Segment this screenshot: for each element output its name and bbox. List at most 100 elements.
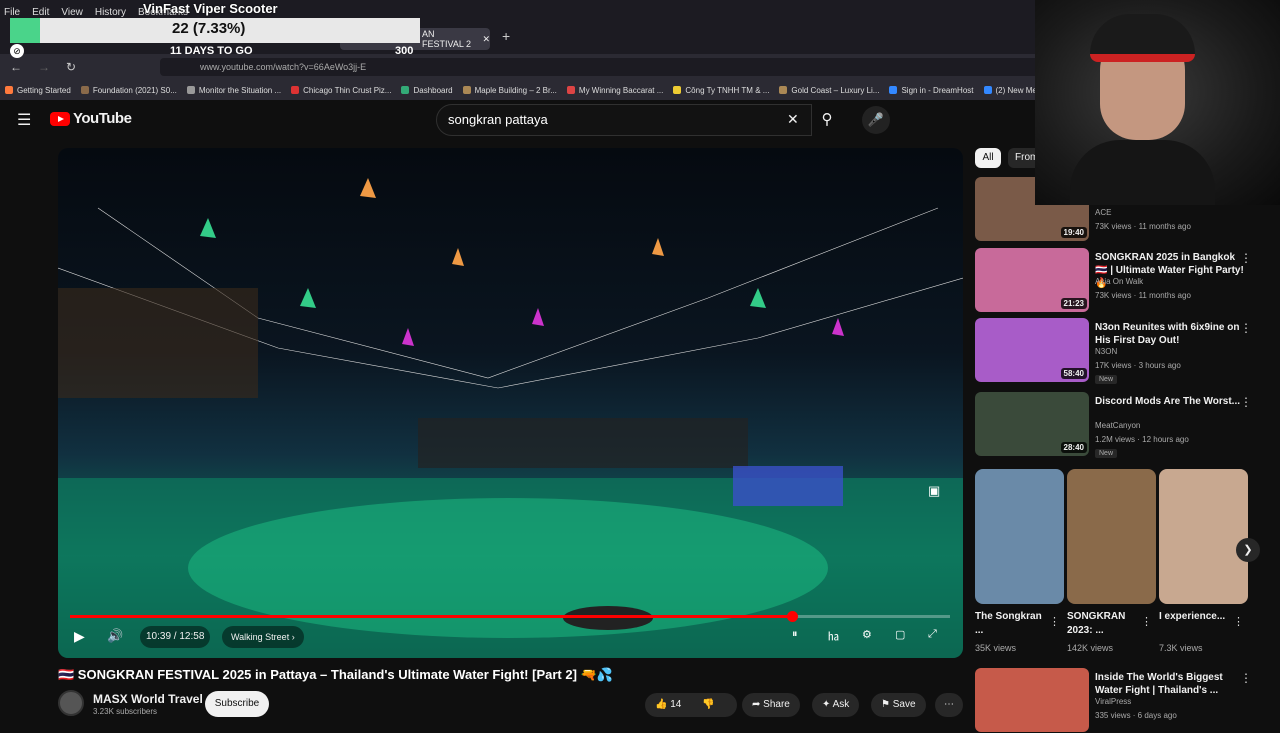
search-icon[interactable]: ⚲ — [812, 104, 842, 136]
bookmark-item[interactable]: Công Ty TNHH TM & ... — [668, 86, 774, 95]
short-more-icon[interactable]: ⋮ — [1049, 615, 1060, 628]
progress-scrubber[interactable] — [787, 611, 798, 622]
more-actions-icon[interactable]: ⋯ — [935, 693, 963, 717]
goal-days: 11 DAYS TO GO — [170, 45, 253, 57]
short-views: 142K views — [1067, 643, 1114, 653]
ask-button[interactable]: ✦ Ask — [812, 693, 860, 717]
settings-gear-icon[interactable]: ⚙ — [862, 628, 872, 641]
bookmark-favicon-icon — [291, 86, 300, 94]
short-thumbnail[interactable] — [1159, 469, 1248, 604]
progress-played — [70, 615, 792, 618]
bookmark-label: Maple Building – 2 Br... — [474, 85, 557, 95]
video-frame-scene — [58, 178, 963, 658]
subscriber-count: 3.23K subscribers — [93, 707, 158, 716]
video-thumbnail[interactable] — [975, 668, 1089, 732]
recommended-video[interactable]: Inside The World's Biggest Water Fight |… — [975, 668, 1275, 733]
recommended-video[interactable]: 21:23 SONGKRAN 2025 in Bangkok 🇹🇭 | Ultim… — [975, 248, 1275, 313]
tab-close-icon[interactable]: ✕ — [482, 34, 490, 45]
bookmark-favicon-icon — [462, 86, 471, 94]
more-options-icon[interactable]: ⋮ — [1240, 395, 1252, 409]
bookmark-favicon-icon — [401, 86, 410, 94]
bookmark-favicon-icon — [186, 86, 195, 94]
short-title[interactable]: I experience... — [1159, 610, 1231, 624]
more-options-icon[interactable]: ⋮ — [1240, 321, 1252, 335]
recommended-title[interactable]: Inside The World's Biggest Water Fight |… — [1095, 671, 1245, 697]
back-icon[interactable]: ← — [10, 60, 22, 74]
channel-avatar[interactable] — [58, 690, 84, 716]
fullscreen-icon[interactable]: ⤢ — [928, 628, 937, 641]
chip-all[interactable]: All — [975, 148, 1001, 168]
tab-title: AN FESTIVAL 2 — [422, 29, 472, 49]
more-options-icon[interactable]: ⋮ — [1240, 671, 1252, 685]
share-button[interactable]: ➦ Share — [742, 693, 800, 717]
time-display: 10:39 / 12:58 — [140, 626, 211, 648]
youtube-logo-text: YouTube — [73, 110, 132, 127]
subscribe-button[interactable]: Subscribe — [205, 691, 269, 717]
bookmark-item[interactable]: Getting Started — [0, 86, 76, 95]
menu-edit[interactable]: Edit — [32, 7, 49, 18]
youtube-logo[interactable]: YouTube — [50, 110, 132, 127]
menu-view[interactable]: View — [61, 7, 83, 18]
menu-file[interactable]: File — [4, 7, 20, 18]
goal-title: VinFast Viper Scooter — [143, 1, 278, 16]
recommended-channel[interactable]: ViralPress — [1095, 697, 1131, 706]
recommended-title[interactable]: N3on Reunites with 6ix9ine on His First … — [1095, 321, 1245, 347]
chapter-button[interactable]: Walking Street › — [222, 626, 304, 648]
captions-icon[interactable]: ㏊ — [828, 628, 839, 644]
theater-mode-icon[interactable]: ▢ — [895, 628, 905, 641]
recommended-channel[interactable]: Asia On Walk — [1095, 277, 1143, 286]
ask-label: Ask — [832, 699, 850, 710]
video-player[interactable] — [58, 148, 963, 658]
autoplay-toggle-icon[interactable]: ⏸ — [792, 628, 798, 641]
microphone-icon[interactable]: 🎤 — [862, 106, 890, 134]
shorts-next-icon[interactable]: ❯ — [1236, 538, 1260, 562]
bookmark-item[interactable]: Chicago Thin Crust Piz... — [286, 86, 396, 95]
short-thumbnail[interactable] — [1067, 469, 1156, 604]
duration-badge: 58:40 — [1060, 368, 1087, 379]
bookmark-favicon-icon — [983, 86, 992, 94]
bookmark-item[interactable]: Gold Coast – Luxury Li... — [774, 86, 884, 95]
bookmark-item[interactable]: Sign in - DreamHost — [884, 86, 978, 95]
like-icon[interactable]: 👍 — [655, 699, 667, 710]
short-thumbnail[interactable] — [975, 469, 1064, 604]
recommended-video[interactable]: 28:40 Discord Mods Are The Worst... MeatCa… — [975, 392, 1275, 458]
volume-icon[interactable]: 🔊 — [107, 628, 123, 644]
like-count[interactable]: 14 — [670, 699, 681, 710]
miniplayer-overlay-icon[interactable]: ▣ — [928, 483, 940, 499]
video-title: 🇹🇭 SONGKRAN FESTIVAL 2025 in Pattaya – T… — [58, 667, 613, 682]
menu-history[interactable]: History — [95, 7, 126, 18]
new-tab-icon[interactable]: + — [502, 28, 510, 44]
bookmark-label: Getting Started — [17, 85, 71, 95]
play-icon[interactable]: ▶ — [74, 628, 85, 645]
short-title[interactable]: The Songkran ... — [975, 610, 1047, 638]
bookmark-item[interactable]: Maple Building – 2 Br... — [458, 86, 562, 95]
recommended-channel[interactable]: N3ON — [1095, 347, 1117, 356]
share-label: Share — [763, 699, 790, 710]
short-more-icon[interactable]: ⋮ — [1141, 615, 1152, 628]
short-more-icon[interactable]: ⋮ — [1233, 615, 1244, 628]
recommended-channel[interactable]: MeatCanyon — [1095, 421, 1140, 430]
short-title[interactable]: SONGKRAN 2023: ... — [1067, 610, 1139, 638]
like-dislike-group: 👍 14 👎 — [645, 693, 737, 717]
url-bar[interactable]: www.youtube.com/watch?v=66AeWo3jj-E — [160, 58, 1090, 76]
recommended-title[interactable]: Discord Mods Are The Worst... — [1095, 395, 1245, 408]
bookmark-item[interactable]: Dashboard — [396, 86, 457, 95]
webcam-person-body — [1070, 140, 1215, 205]
dislike-icon[interactable]: 👎 — [702, 699, 714, 710]
save-button[interactable]: ⚑ Save — [871, 693, 926, 717]
recommended-channel[interactable]: ACE — [1095, 208, 1111, 217]
forward-icon[interactable]: → — [38, 60, 50, 74]
more-options-icon[interactable]: ⋮ — [1240, 251, 1252, 265]
clear-search-icon[interactable]: ✕ — [787, 111, 799, 128]
channel-name[interactable]: MASX World Travel — [93, 692, 203, 706]
search-input[interactable]: songkran pattaya — [436, 104, 812, 136]
reload-icon[interactable]: ↻ — [66, 60, 76, 74]
bookmark-item[interactable]: Foundation (2021) S0... — [76, 86, 182, 95]
recommended-video[interactable]: 58:40 N3on Reunites with 6ix9ine on His F… — [975, 318, 1275, 384]
duration-badge: 21:23 — [1060, 298, 1087, 309]
bookmark-item[interactable]: Monitor the Situation ... — [182, 86, 286, 95]
bookmark-item[interactable]: My Winning Baccarat ... — [562, 86, 668, 95]
bookmark-favicon-icon — [566, 86, 575, 94]
hamburger-menu-icon[interactable]: ☰ — [17, 110, 31, 130]
bookmark-favicon-icon — [80, 86, 89, 94]
